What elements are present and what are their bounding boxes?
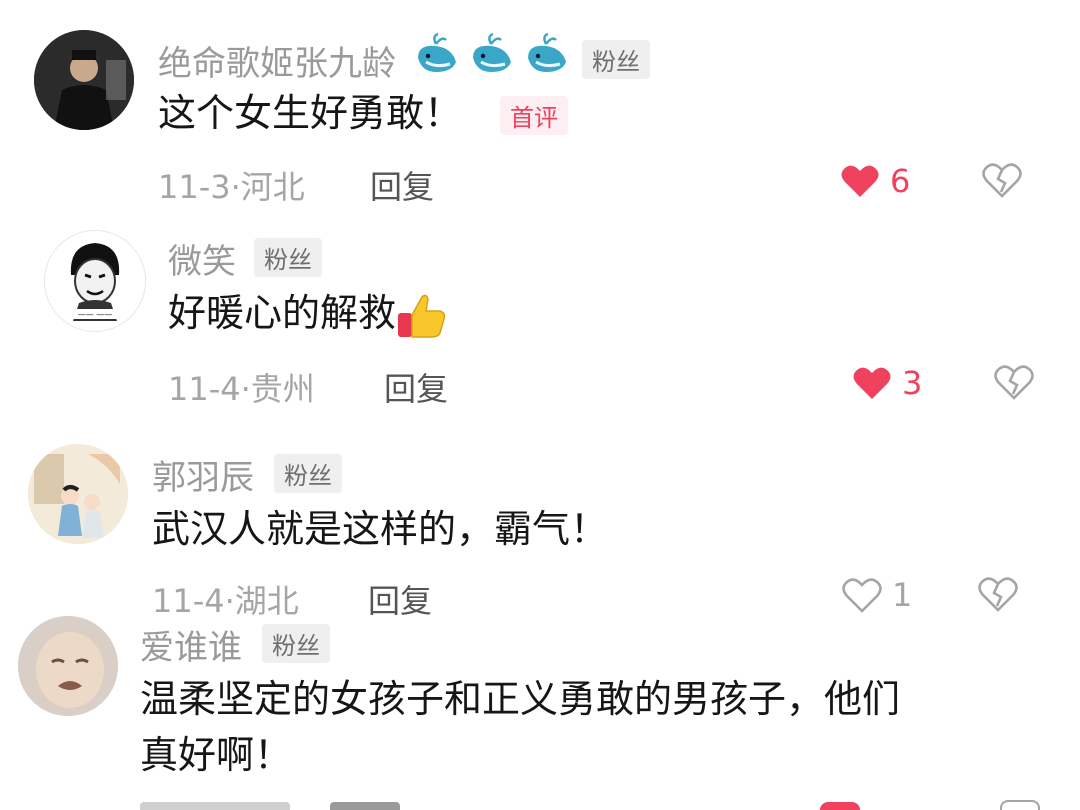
comment-date: 11-4 — [152, 582, 225, 620]
username[interactable]: 郭羽辰 — [152, 450, 254, 499]
reply-button[interactable]: 回复 — [370, 162, 434, 208]
comment-date: 11-3 — [158, 168, 231, 206]
like-count: 1 — [892, 576, 913, 614]
avatar[interactable] — [18, 616, 118, 716]
heart-filled-icon — [841, 165, 879, 197]
fan-badge: 粉丝 — [582, 40, 650, 79]
svg-text:—— ——: —— —— — [78, 310, 113, 319]
first-comment-badge: 首评 — [500, 96, 568, 135]
comment-meta: 11-4·湖北 — [152, 582, 299, 620]
whale-icon — [473, 32, 512, 72]
broken-heart-icon — [994, 365, 1034, 400]
comment-location: 贵州 — [250, 370, 315, 408]
comment-text-line-2: 真好啊！ — [140, 733, 293, 777]
dislike-button[interactable] — [994, 364, 1034, 404]
like-count: 3 — [902, 364, 923, 402]
comment-date: 11-4 — [168, 370, 241, 408]
avatar[interactable] — [34, 30, 134, 130]
like-button[interactable]: 1 — [842, 576, 912, 614]
broken-heart-icon — [982, 163, 1022, 198]
fan-badge: 粉丝 — [262, 624, 330, 663]
username[interactable]: 微笑 — [168, 234, 236, 283]
comment-text: 这个女生好勇敢！ — [158, 91, 463, 135]
comment-location: 湖北 — [234, 582, 299, 620]
badge-icons — [412, 32, 572, 76]
thumbs-up-emoji — [398, 294, 446, 338]
next-comment-meta-clipped — [140, 798, 1040, 810]
like-count: 6 — [890, 162, 911, 200]
reply-button[interactable]: 回复 — [384, 364, 448, 410]
avatar[interactable] — [28, 444, 128, 544]
comment-text: 武汉人就是这样的，霸气！ — [152, 507, 609, 551]
broken-heart-icon — [978, 577, 1018, 612]
comment-meta: 11-4·贵州 — [168, 370, 315, 408]
comment-meta: 11-3·河北 — [158, 168, 305, 206]
reply-button[interactable]: 回复 — [368, 576, 432, 622]
username[interactable]: 绝命歌姬张九龄 — [158, 36, 396, 85]
fan-badge: 粉丝 — [254, 238, 322, 277]
whale-icon — [528, 32, 567, 72]
avatar[interactable]: —— —— — [44, 230, 146, 332]
heart-outline-icon — [842, 578, 882, 613]
like-button[interactable]: 3 — [852, 364, 922, 402]
fan-badge: 粉丝 — [274, 454, 342, 493]
comment-text-line-1: 温柔坚定的女孩子和正义勇敢的男孩子，他们 — [140, 677, 901, 721]
dislike-button[interactable] — [982, 162, 1022, 202]
heart-filled-icon — [853, 367, 891, 399]
dislike-button[interactable] — [978, 576, 1018, 616]
username[interactable]: 爱谁谁 — [140, 620, 242, 669]
whale-icon — [418, 32, 456, 72]
comment-text: 好暖心的解救 — [168, 286, 448, 341]
comment-location: 河北 — [240, 168, 305, 206]
like-button[interactable]: 6 — [840, 162, 910, 200]
